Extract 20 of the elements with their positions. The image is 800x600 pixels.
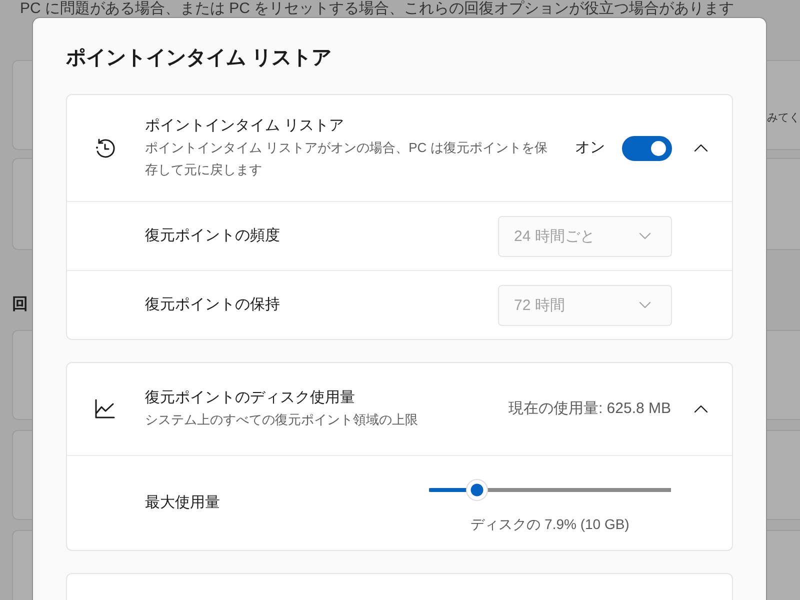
history-icon	[93, 136, 117, 160]
setting-label: 復元ポイントの頻度	[145, 226, 280, 246]
setting-title: ポイントインタイム リストア	[145, 116, 346, 136]
intro-text: PC に問題がある場合、または PC をリセットする場合、これらの回復オプションが役立つ場合があります	[19, 0, 736, 17]
setting-description: ポイントインタイム リストアがオンの場合、PC は復元ポイントを保存して元に戻します	[145, 139, 548, 179]
dialog-title: ポイントインタイム リストア	[66, 46, 333, 71]
setting-title: 復元ポイントのディスク使用量	[145, 388, 356, 408]
slider-thumb[interactable]	[466, 479, 488, 501]
setting-label: 最大使用量	[145, 493, 220, 513]
chevron-down-icon	[639, 230, 651, 242]
setting-description: システム上のすべての復元ポイント領域の上限	[145, 411, 419, 429]
setting-label: 復元ポイントの保持	[145, 295, 280, 315]
background-card-text: みてく	[767, 111, 800, 125]
slider-reading: ディスクの 7.9% (10 GB)	[470, 515, 630, 534]
chevron-down-icon	[639, 299, 651, 311]
line-chart-icon	[93, 397, 117, 421]
toggle-state-label: オン	[575, 138, 605, 158]
usage-value: 現在の使用量: 625.8 MB	[508, 399, 671, 419]
section-heading: 回	[12, 295, 29, 315]
toggle-switch[interactable]	[622, 136, 672, 160]
